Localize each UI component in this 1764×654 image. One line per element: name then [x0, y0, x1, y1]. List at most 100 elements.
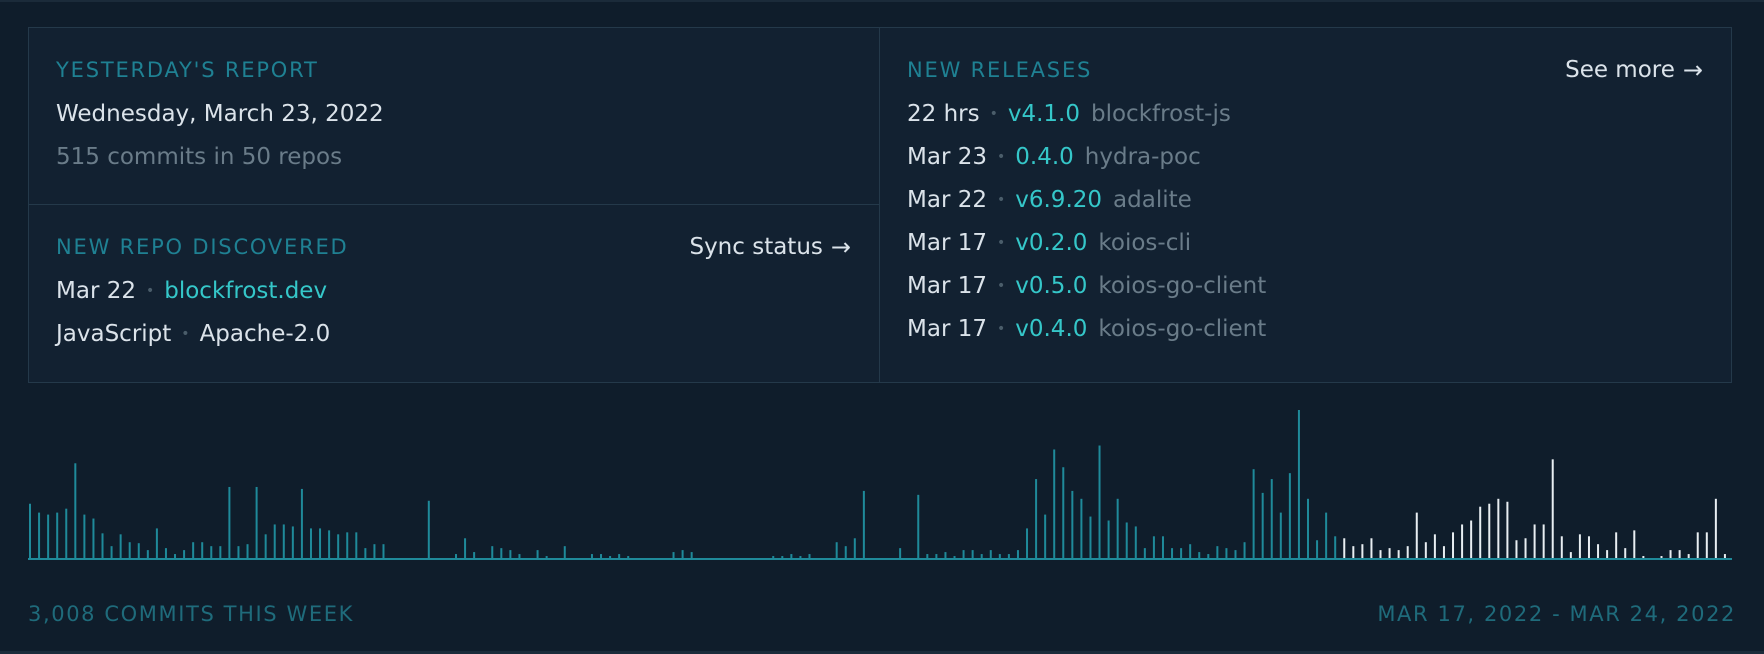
commit-bar [427, 500, 430, 558]
separator-dot-icon: • [996, 235, 1006, 251]
commit-bar [210, 546, 213, 558]
commit-bar [1642, 556, 1645, 558]
commit-bar [1515, 540, 1518, 558]
commit-bar [1633, 530, 1636, 558]
new-repo-link[interactable]: blockfrost.dev [164, 277, 327, 305]
commit-bar [309, 528, 312, 558]
commit-bar [1470, 520, 1473, 558]
release-item[interactable]: Mar 17 • v0.4.0 koios-go-client [907, 315, 1703, 343]
commit-bar [38, 512, 41, 558]
commit-bar [998, 554, 1001, 558]
commit-bar [545, 556, 548, 558]
release-repo[interactable]: koios-go-client [1098, 272, 1266, 300]
release-repo[interactable]: adalite [1113, 186, 1192, 214]
commit-bar [681, 550, 684, 558]
release-repo[interactable]: koios-cli [1098, 229, 1191, 257]
commit-bar [1016, 550, 1019, 558]
commit-bar [300, 488, 303, 558]
commit-bar [690, 552, 693, 558]
release-repo[interactable]: koios-go-client [1098, 315, 1266, 343]
commit-bar [1216, 546, 1219, 558]
commit-bar [808, 554, 811, 558]
commit-bar [1587, 536, 1590, 558]
commit-bar [953, 556, 956, 558]
commit-bar [1379, 550, 1382, 558]
commit-bar [455, 554, 457, 558]
separator-dot-icon: • [996, 149, 1006, 165]
commit-bar [672, 552, 675, 558]
commit-bar [47, 514, 50, 558]
commit-bar [164, 548, 167, 558]
commit-bar [1714, 498, 1717, 558]
commit-bar [1415, 512, 1418, 558]
commit-bar [844, 546, 847, 558]
commit-bar [1161, 536, 1164, 558]
commit-bar [183, 550, 186, 558]
commit-bar [273, 524, 276, 558]
commit-bar [346, 532, 349, 558]
release-item[interactable]: Mar 17 • v0.2.0 koios-cli [907, 229, 1703, 257]
commit-bar [1452, 532, 1455, 558]
commit-bar [1406, 546, 1409, 558]
commit-bar [1143, 548, 1146, 558]
left-column: YESTERDAY'S REPORT Wednesday, March 23, … [29, 28, 880, 382]
commit-bar [536, 550, 539, 558]
commit-bar [917, 494, 920, 558]
yesterday-report-date: Wednesday, March 23, 2022 [56, 100, 851, 128]
commit-bar [799, 556, 802, 558]
release-version[interactable]: v4.1.0 [1008, 100, 1080, 128]
commit-bar [228, 486, 231, 558]
new-repo-row: Mar 22 • blockfrost.dev [56, 277, 851, 305]
commit-bar [1696, 532, 1699, 558]
date-range: MAR 17, 2022 - MAR 24, 2022 [1377, 602, 1736, 626]
sync-status-link[interactable]: Sync status → [689, 233, 851, 261]
commit-bar [1606, 550, 1609, 558]
new-releases-panel: NEW RELEASES See more → 22 hrs • v4.1.0 … [880, 28, 1731, 382]
release-version[interactable]: v0.5.0 [1015, 272, 1087, 300]
commit-bar [473, 552, 476, 558]
commit-bar [1297, 410, 1300, 558]
commit-bar [1334, 536, 1337, 558]
release-item[interactable]: Mar 23 • 0.4.0 hydra-poc [907, 143, 1703, 171]
commit-bar [1461, 524, 1464, 558]
commit-bar [899, 548, 902, 558]
release-when: Mar 23 [907, 144, 987, 170]
commit-bar [1252, 469, 1255, 558]
summary-card: YESTERDAY'S REPORT Wednesday, March 23, … [28, 27, 1732, 383]
release-version[interactable]: v6.9.20 [1015, 186, 1102, 214]
release-item[interactable]: Mar 22 • v6.9.20 adalite [907, 186, 1703, 214]
commit-bar [518, 554, 521, 558]
commit-bar [1180, 548, 1183, 558]
commit-bar [319, 528, 322, 558]
report-summary-text: 515 commits in 50 repos [56, 144, 343, 170]
commit-bar [1198, 552, 1201, 558]
release-version[interactable]: v0.2.0 [1015, 229, 1087, 257]
release-item[interactable]: 22 hrs • v4.1.0 blockfrost-js [907, 100, 1703, 128]
commit-activity-chart [28, 400, 1732, 562]
release-repo[interactable]: hydra-poc [1085, 143, 1201, 171]
release-repo[interactable]: blockfrost-js [1091, 100, 1231, 128]
commit-bar [29, 503, 31, 558]
commit-bar [1442, 546, 1445, 558]
commit-bar [509, 550, 512, 558]
commit-bar [1542, 524, 1545, 558]
commit-bar [1488, 503, 1491, 558]
commit-bar [364, 548, 367, 558]
release-version[interactable]: v0.4.0 [1015, 315, 1087, 343]
commit-bar [1098, 445, 1101, 558]
see-more-link[interactable]: See more → [1565, 56, 1703, 84]
commit-bar [1234, 550, 1237, 558]
yesterday-report-title: YESTERDAY'S REPORT [56, 58, 319, 82]
release-version[interactable]: 0.4.0 [1015, 143, 1074, 171]
commit-bar [255, 486, 258, 558]
commit-bar [1026, 528, 1029, 558]
commit-bar [1152, 536, 1155, 558]
commit-bar [246, 544, 249, 558]
release-item[interactable]: Mar 17 • v0.5.0 koios-go-client [907, 272, 1703, 300]
commit-bar [1062, 467, 1065, 558]
release-when: Mar 17 [907, 273, 987, 299]
commit-bar [1107, 520, 1110, 558]
new-repo-license: Apache-2.0 [199, 321, 331, 347]
yesterday-report-panel: YESTERDAY'S REPORT Wednesday, March 23, … [29, 28, 879, 205]
commit-bar [146, 550, 149, 558]
